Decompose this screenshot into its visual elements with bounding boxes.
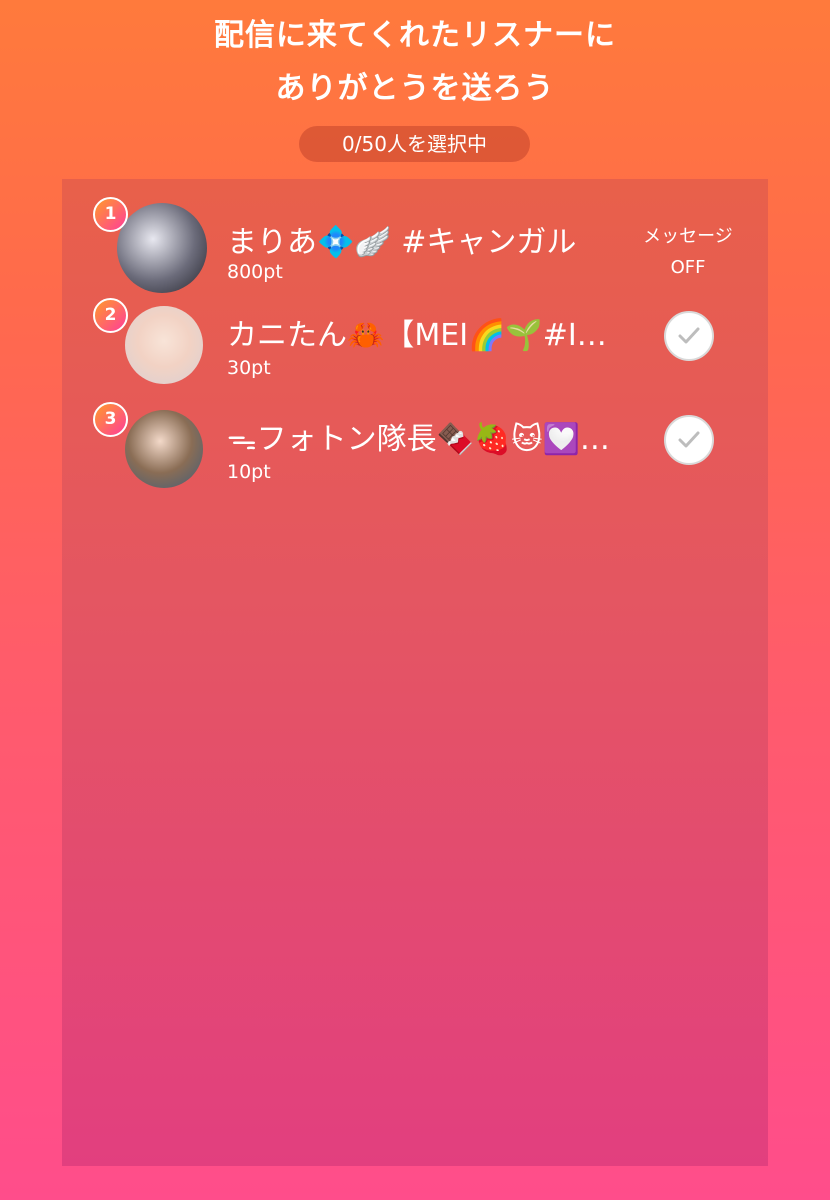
selection-counter-badge: 0/50人を選択中 (299, 126, 530, 162)
message-status-label: メッセージ (643, 226, 733, 247)
rank-badge: 3 (93, 402, 128, 437)
rank-badge: 1 (93, 197, 128, 232)
rank-badge: 2 (93, 298, 128, 333)
listener-list: 1 まりあ💠🪽 #キャンガル 800pt メッセージ OFF 2 カニたん🦀【M… (62, 179, 768, 1166)
listener-name: ᯓフォトン隊長🍫🍓🐱💟… (227, 422, 610, 457)
message-off-status: メッセージ OFF (632, 221, 744, 283)
avatar (117, 203, 207, 293)
page-title-line1: 配信に来てくれたリスナーに (213, 18, 617, 53)
checkmark-icon (678, 327, 700, 344)
select-checkbox[interactable] (664, 311, 714, 361)
listener-name: カニたん🦀【MEI🌈🌱#I… (227, 318, 607, 353)
list-item[interactable]: 2 カニたん🦀【MEI🌈🌱#I… 30pt (62, 298, 768, 408)
list-item: 1 まりあ💠🪽 #キャンガル 800pt メッセージ OFF (62, 197, 768, 303)
page-title-line2: ありがとうを送ろう (275, 71, 555, 106)
avatar (125, 306, 203, 384)
listener-points: 10pt (227, 461, 271, 483)
checkmark-icon (678, 431, 700, 448)
avatar (125, 410, 203, 488)
select-checkbox[interactable] (664, 415, 714, 465)
listener-points: 30pt (227, 357, 271, 379)
listener-points: 800pt (227, 261, 283, 283)
listener-name: まりあ💠🪽 #キャンガル (227, 225, 577, 260)
list-item[interactable]: 3 ᯓフォトン隊長🍫🍓🐱💟… 10pt (62, 402, 768, 512)
message-status-value: OFF (670, 257, 706, 278)
